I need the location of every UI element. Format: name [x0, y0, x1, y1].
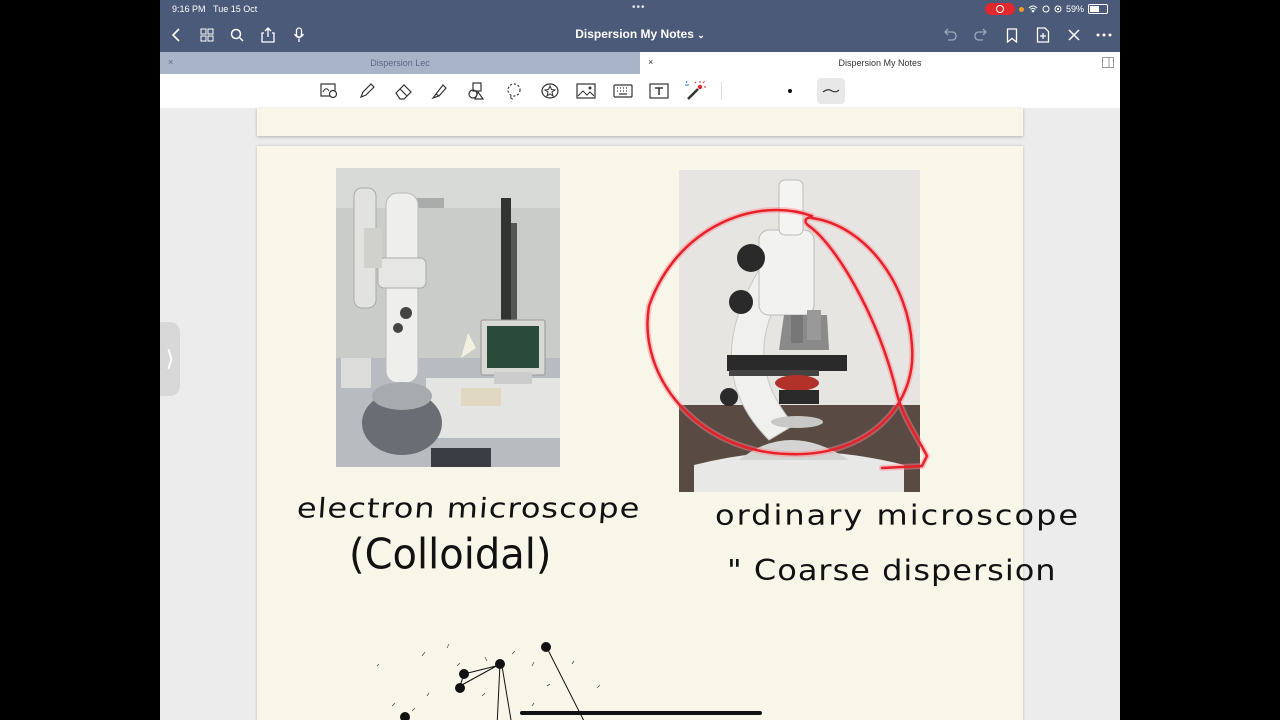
- stroke-style-icon[interactable]: [817, 78, 845, 104]
- eraser-icon[interactable]: [392, 81, 416, 101]
- shapes-icon[interactable]: [465, 81, 489, 101]
- redo-icon[interactable]: [971, 25, 991, 45]
- sticker-icon[interactable]: [538, 81, 562, 101]
- sidebar-handle-icon[interactable]: ⟩: [160, 322, 180, 396]
- bookmark-icon[interactable]: [1002, 25, 1022, 45]
- current-page[interactable]: electron microscope (Colloidal) ordinary…: [257, 146, 1078, 720]
- toolbar-divider: [721, 82, 722, 100]
- add-page-icon[interactable]: [1033, 25, 1053, 45]
- laser-pointer-icon[interactable]: [683, 80, 707, 101]
- home-indicator[interactable]: [520, 711, 762, 715]
- more-options-icon[interactable]: [1094, 25, 1114, 45]
- tab-label[interactable]: Dispersion Lec: [160, 58, 640, 68]
- tab-dispersion-lec[interactable]: × Dispersion Lec: [160, 52, 640, 74]
- battery-icon: [1088, 4, 1108, 14]
- document-tabs: × Dispersion Lec × Dispersion My Notes: [160, 52, 1120, 74]
- lock-rotation-icon: [1054, 5, 1062, 13]
- status-right: 59%: [984, 3, 1108, 15]
- lasso-icon[interactable]: [502, 81, 526, 101]
- mic-indicator-icon: [1018, 6, 1024, 12]
- colloidal-caption[interactable]: (Colloidal): [349, 531, 551, 579]
- title-chevron-icon[interactable]: ⌄: [697, 30, 705, 40]
- image-icon[interactable]: [574, 81, 598, 101]
- wifi-icon: [1028, 5, 1038, 13]
- notes-canvas[interactable]: electron microscope (Colloidal) ordinary…: [160, 108, 1120, 720]
- status-bar: 9:16 PM Tue 15 Oct ••• 59%: [160, 0, 1120, 18]
- nav-bar: Dispersion My Notes ⌄: [160, 18, 1120, 52]
- pen-icon[interactable]: [355, 81, 379, 101]
- red-circle-annotation: [644, 207, 931, 471]
- coarse-dispersion-caption[interactable]: " Coarse dispersion: [727, 553, 1057, 587]
- location-icon: [1042, 5, 1050, 13]
- split-view-icon[interactable]: [1102, 57, 1114, 68]
- tab-dispersion-my-notes[interactable]: × Dispersion My Notes: [640, 52, 1120, 74]
- electron-microscope-caption[interactable]: electron microscope: [296, 492, 642, 524]
- document-title-text[interactable]: Dispersion My Notes: [575, 27, 694, 41]
- screen-recording-icon[interactable]: [984, 3, 1015, 15]
- pen-size-dot-icon[interactable]: [778, 81, 802, 101]
- electron-microscope-photo[interactable]: [336, 168, 560, 467]
- status-time: 9:16 PM Tue 15 Oct: [172, 4, 257, 14]
- time-text: 9:16 PM: [172, 4, 206, 14]
- battery-percent: 59%: [1065, 4, 1084, 14]
- ipad-screen: 9:16 PM Tue 15 Oct ••• 59% Dispersion My…: [160, 0, 1120, 720]
- previous-page[interactable]: [257, 108, 1023, 136]
- text-icon[interactable]: [647, 81, 671, 101]
- date-text: Tue 15 Oct: [213, 4, 258, 14]
- undo-icon[interactable]: [940, 25, 960, 45]
- particle-scatter-diagram: [376, 642, 601, 720]
- close-icon[interactable]: [1064, 25, 1084, 45]
- highlighter-icon[interactable]: [428, 81, 452, 101]
- multitask-dots-icon[interactable]: •••: [632, 2, 646, 13]
- drawing-toolbar: [160, 74, 1120, 109]
- ordinary-microscope-caption[interactable]: ordinary microscope: [715, 499, 1080, 531]
- keyboard-icon[interactable]: [611, 81, 635, 101]
- lasso-zoom-icon[interactable]: [318, 81, 342, 101]
- tab-label[interactable]: Dispersion My Notes: [640, 58, 1120, 68]
